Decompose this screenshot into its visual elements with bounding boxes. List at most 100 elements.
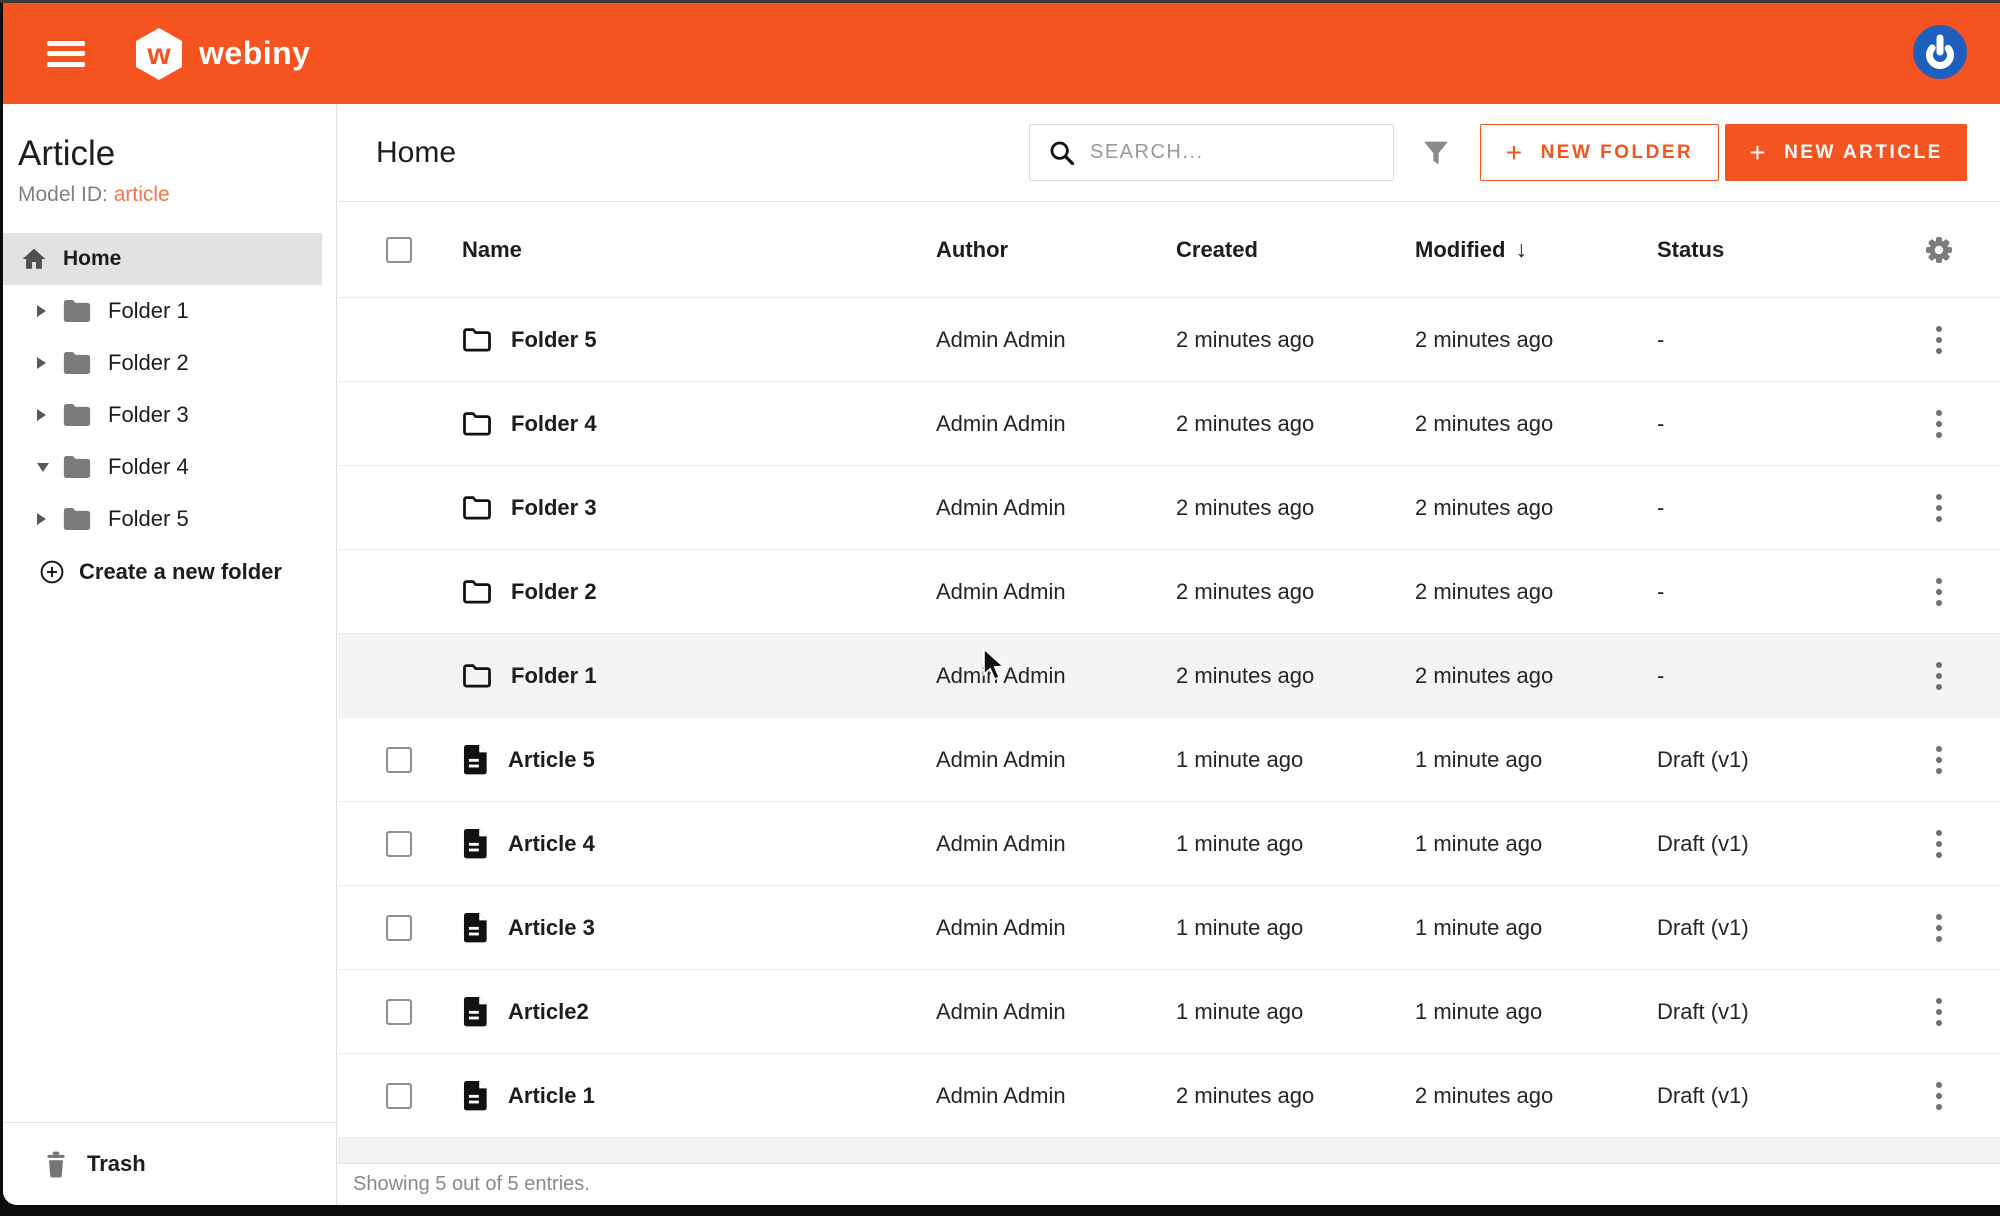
table-row[interactable]: Article 3 Admin Admin 1 minute ago 1 min… xyxy=(338,886,2000,970)
new-article-label: NEW ARTICLE xyxy=(1784,142,1943,164)
row-created: 2 minutes ago xyxy=(1176,1083,1415,1109)
table-settings-button[interactable] xyxy=(1878,234,2000,266)
chevron-right-icon[interactable] xyxy=(37,513,46,525)
folder-tree-items: Folder 1 Folder 2 Folder 3 Folder 4 Fold… xyxy=(3,285,336,545)
row-checkbox[interactable] xyxy=(386,1083,412,1109)
model-title: Article xyxy=(18,134,336,174)
row-name-label: Article 4 xyxy=(508,831,595,857)
row-checkbox[interactable] xyxy=(386,999,412,1025)
row-actions-menu-button[interactable] xyxy=(1930,656,1948,696)
row-created: 2 minutes ago xyxy=(1176,579,1415,605)
folder-label: Folder 3 xyxy=(108,402,189,428)
trash-icon xyxy=(43,1150,69,1178)
create-folder-button[interactable]: Create a new folder xyxy=(3,545,336,599)
table-row[interactable]: Article 1 Admin Admin 2 minutes ago 2 mi… xyxy=(338,1054,2000,1138)
row-actions-menu-button[interactable] xyxy=(1930,824,1948,864)
table-row[interactable]: Folder 4 Admin Admin 2 minutes ago 2 min… xyxy=(338,382,2000,466)
new-article-button[interactable]: + NEW ARTICLE xyxy=(1725,124,1967,181)
home-icon xyxy=(21,246,47,272)
sidebar-folder-item[interactable]: Folder 5 xyxy=(3,493,336,545)
row-name-cell[interactable]: Article2 xyxy=(462,996,936,1027)
row-modified: 2 minutes ago xyxy=(1415,495,1657,521)
row-author: Admin Admin xyxy=(936,831,1176,857)
sidebar-item-label: Home xyxy=(63,247,121,271)
sidebar-folder-item[interactable]: Folder 4 xyxy=(3,441,336,493)
row-modified: 2 minutes ago xyxy=(1415,327,1657,353)
row-name-cell[interactable]: Article 5 xyxy=(462,744,936,775)
table-row[interactable]: Folder 5 Admin Admin 2 minutes ago 2 min… xyxy=(338,298,2000,382)
table-row[interactable]: Folder 1 Admin Admin 2 minutes ago 2 min… xyxy=(338,634,2000,718)
row-actions-menu-button[interactable] xyxy=(1930,1076,1948,1116)
breadcrumb-home[interactable]: Home xyxy=(376,136,456,170)
row-name-cell[interactable]: Folder 4 xyxy=(462,410,936,437)
table-row[interactable]: Folder 2 Admin Admin 2 minutes ago 2 min… xyxy=(338,550,2000,634)
row-name-label: Folder 2 xyxy=(511,579,597,605)
chevron-right-icon[interactable] xyxy=(37,409,46,421)
row-created: 2 minutes ago xyxy=(1176,411,1415,437)
sidebar-folder-item[interactable]: Folder 2 xyxy=(3,337,336,389)
table-footer: Showing 5 out of 5 entries. xyxy=(338,1163,2000,1205)
row-status: Draft (v1) xyxy=(1657,915,1878,941)
row-name-cell[interactable]: Folder 3 xyxy=(462,494,936,521)
table-row[interactable]: Article 4 Admin Admin 1 minute ago 1 min… xyxy=(338,802,2000,886)
row-checkbox[interactable] xyxy=(386,915,412,941)
filter-button[interactable] xyxy=(1420,137,1452,169)
column-header-status[interactable]: Status xyxy=(1657,237,1878,263)
row-actions-menu-button[interactable] xyxy=(1930,320,1948,360)
row-actions-menu-button[interactable] xyxy=(1930,488,1948,528)
sidebar-folder-item[interactable]: Folder 3 xyxy=(3,389,336,441)
sidebar-item-home[interactable]: Home xyxy=(3,233,322,285)
folder-icon xyxy=(62,402,92,428)
chevron-right-icon[interactable] xyxy=(37,357,46,369)
row-created: 1 minute ago xyxy=(1176,831,1415,857)
column-header-created[interactable]: Created xyxy=(1176,237,1415,263)
row-created: 1 minute ago xyxy=(1176,999,1415,1025)
trash-button[interactable]: Trash xyxy=(3,1122,336,1205)
table-row[interactable]: Article2 Admin Admin 1 minute ago 1 minu… xyxy=(338,970,2000,1054)
document-icon xyxy=(462,912,489,943)
row-name-cell[interactable]: Folder 1 xyxy=(462,662,936,689)
row-actions-menu-button[interactable] xyxy=(1930,572,1948,612)
sidebar-folder-item[interactable]: Folder 1 xyxy=(3,285,336,337)
row-status: - xyxy=(1657,663,1878,689)
folder-icon xyxy=(62,350,92,376)
column-header-modified[interactable]: Modified↓ xyxy=(1415,236,1657,263)
row-name-label: Article2 xyxy=(508,999,589,1025)
row-name-cell[interactable]: Article 1 xyxy=(462,1080,936,1111)
model-id-value: article xyxy=(114,183,170,206)
folder-icon xyxy=(62,506,92,532)
new-folder-button[interactable]: + NEW FOLDER xyxy=(1480,124,1719,181)
user-avatar-button[interactable] xyxy=(1913,25,1967,79)
search-input[interactable] xyxy=(1090,125,1393,180)
row-name-cell[interactable]: Article 4 xyxy=(462,828,936,859)
row-actions-menu-button[interactable] xyxy=(1930,992,1948,1032)
folder-icon xyxy=(62,298,92,324)
row-modified: 2 minutes ago xyxy=(1415,579,1657,605)
column-header-name[interactable]: Name xyxy=(462,237,936,263)
row-checkbox[interactable] xyxy=(386,747,412,773)
row-author: Admin Admin xyxy=(936,915,1176,941)
document-icon xyxy=(462,996,489,1027)
row-name-cell[interactable]: Folder 2 xyxy=(462,578,936,605)
hamburger-menu-icon[interactable] xyxy=(47,41,85,67)
column-header-author[interactable]: Author xyxy=(936,237,1176,263)
row-status: - xyxy=(1657,495,1878,521)
row-actions-menu-button[interactable] xyxy=(1930,404,1948,444)
row-name-cell[interactable]: Folder 5 xyxy=(462,326,936,353)
folder-icon xyxy=(462,662,492,689)
table-end-strip xyxy=(338,1138,2000,1163)
chevron-right-icon[interactable] xyxy=(37,305,46,317)
row-actions-menu-button[interactable] xyxy=(1930,908,1948,948)
row-actions-menu-button[interactable] xyxy=(1930,740,1948,780)
table-row[interactable]: Folder 3 Admin Admin 2 minutes ago 2 min… xyxy=(338,466,2000,550)
sort-desc-icon: ↓ xyxy=(1515,236,1527,262)
select-all-checkbox[interactable] xyxy=(386,237,412,263)
chevron-down-icon[interactable] xyxy=(37,463,49,472)
main-content: Home + xyxy=(338,104,2000,1205)
webiny-logo[interactable]: w webiny xyxy=(133,26,310,82)
row-checkbox[interactable] xyxy=(386,831,412,857)
search-box[interactable] xyxy=(1029,124,1394,181)
row-name-cell[interactable]: Article 3 xyxy=(462,912,936,943)
model-id-line: Model ID: article xyxy=(18,183,336,207)
table-row[interactable]: Article 5 Admin Admin 1 minute ago 1 min… xyxy=(338,718,2000,802)
